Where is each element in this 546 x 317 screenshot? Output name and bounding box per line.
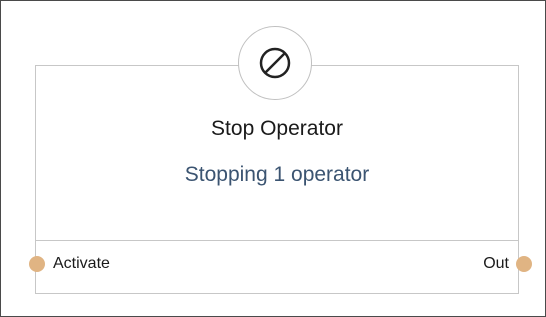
node-icon-badge	[238, 26, 312, 100]
output-port-out[interactable]	[516, 256, 532, 272]
node-title: Stop Operator	[211, 117, 343, 140]
input-port-label: Activate	[53, 255, 110, 272]
stop-icon	[259, 47, 291, 79]
canvas-frame: Stop Operator Stopping 1 operator Activa…	[0, 0, 546, 317]
input-port-activate[interactable]	[29, 256, 45, 272]
output-port-label: Out	[483, 255, 509, 272]
node-divider	[36, 240, 518, 241]
node-subtitle: Stopping 1 operator	[184, 163, 370, 186]
